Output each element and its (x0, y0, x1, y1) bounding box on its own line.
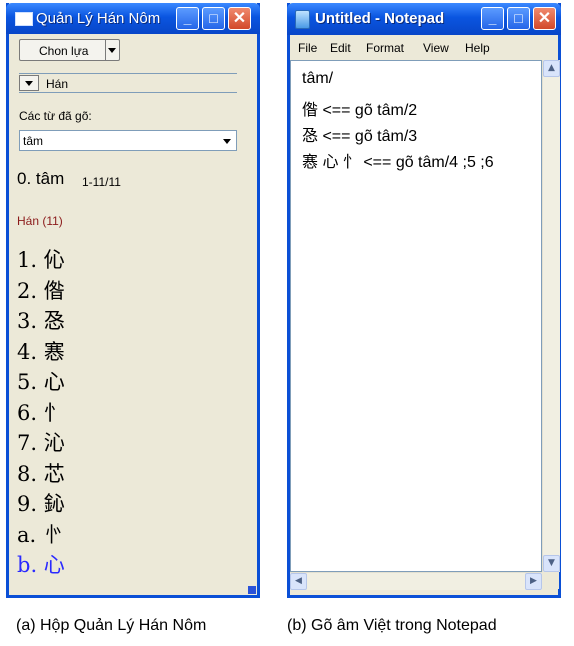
horizontal-scrollbar[interactable]: ◀ ▶ (290, 572, 542, 590)
scroll-right-icon[interactable]: ▶ (525, 573, 542, 590)
notepad-icon (295, 10, 310, 29)
han-dropdown[interactable]: Hán (19, 73, 237, 93)
candidate-item[interactable]: 7. 沁 (17, 427, 65, 457)
scroll-down-icon[interactable]: ▼ (543, 555, 560, 572)
scroll-left-icon[interactable]: ◀ (290, 573, 307, 590)
text-line: tâm/ (302, 70, 334, 87)
close-button[interactable]: ✕ (228, 7, 251, 30)
candidate-item[interactable]: 8. 芯 (17, 458, 65, 488)
han-dropdown-value: Hán (46, 77, 69, 91)
size-grip[interactable] (542, 572, 559, 589)
minimize-button[interactable]: _ (481, 7, 504, 30)
menu-bar: File Edit Format View Help (290, 35, 558, 59)
menu-view[interactable]: View (423, 41, 449, 55)
dropdown-toggle[interactable] (19, 75, 39, 91)
vertical-scrollbar[interactable]: ▲ ▼ (542, 60, 560, 572)
title-bar[interactable]: Quản Lý Hán Nôm _ □ ✕ (6, 3, 260, 34)
caption-right: (b) Gõ âm Việt trong Notepad (287, 617, 497, 634)
candidate-item[interactable]: 9. 鈊 (17, 488, 65, 518)
candidate-item[interactable]: a. 㣺 (17, 519, 64, 549)
candidate-item[interactable]: 6. 忄 (17, 397, 65, 427)
text-line: 偺 <== gõ tâm/2 (302, 102, 418, 119)
candidate-item[interactable]: 4. 㥶 (17, 336, 65, 366)
title-bar[interactable]: Untitled - Notepad _ □ ✕ (287, 3, 561, 35)
typed-words-select[interactable]: tâm (19, 130, 237, 151)
text-line: 㥶 心 忄 <== gõ tâm/4 ;5 ;6 (302, 154, 494, 171)
close-button[interactable]: ✕ (533, 7, 556, 30)
menu-file[interactable]: File (298, 41, 317, 55)
candidate-item[interactable]: 5. 心 (17, 366, 65, 396)
window-title: Untitled - Notepad (315, 10, 445, 27)
menu-format[interactable]: Format (366, 41, 404, 55)
choose-button-label: Chon lựa (39, 44, 89, 58)
scroll-up-icon[interactable]: ▲ (543, 60, 560, 77)
minimize-button[interactable]: _ (176, 7, 199, 30)
group-label: Hán (11) (17, 214, 63, 228)
menu-edit[interactable]: Edit (330, 41, 351, 55)
resize-grip-icon[interactable] (248, 586, 256, 594)
result-range: 1-11/11 (82, 175, 121, 189)
candidate-item[interactable]: 1. 伈 (17, 244, 65, 274)
menu-help[interactable]: Help (465, 41, 490, 55)
candidate-item-selected[interactable]: b. 心 (17, 549, 65, 579)
text-area[interactable]: tâm/ 偺 <== gõ tâm/2 㤂 <== gõ tâm/3 㥶 心 忄… (290, 60, 542, 572)
notepad-window: Untitled - Notepad _ □ ✕ File Edit Forma… (287, 3, 561, 598)
current-word: 0. tâm (17, 169, 65, 188)
typed-words-label: Các từ đã gõ: (19, 109, 92, 123)
candidate-item[interactable]: 2. 偺 (17, 275, 65, 305)
chevron-down-icon (25, 81, 33, 86)
maximize-button[interactable]: □ (202, 7, 225, 30)
caption-left: (a) Hộp Quản Lý Hán Nôm (16, 617, 207, 634)
choose-button[interactable]: Chon lựa (19, 39, 120, 61)
han-nom-manager-window: Quản Lý Hán Nôm _ □ ✕ Chon lựa Hán Các t… (6, 3, 260, 598)
window-icon (15, 12, 33, 26)
chevron-down-icon (108, 48, 116, 53)
typed-words-value: tâm (23, 134, 44, 148)
candidate-item[interactable]: 3. 㤂 (17, 305, 65, 335)
maximize-button[interactable]: □ (507, 7, 530, 30)
window-title: Quản Lý Hán Nôm (36, 10, 161, 27)
chevron-down-icon (223, 139, 231, 144)
text-line: 㤂 <== gõ tâm/3 (302, 128, 418, 145)
